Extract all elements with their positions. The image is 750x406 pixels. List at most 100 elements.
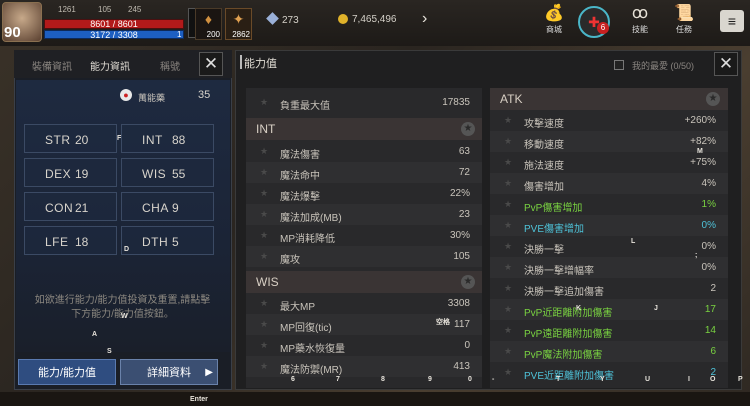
stat-row[interactable]: ★ MP消耗降低 30%	[246, 225, 482, 246]
main-menu-button[interactable]: ≡	[720, 10, 744, 32]
stat-row[interactable]: ★ 決勝一擊 0%	[490, 236, 728, 257]
row-label: PvP近距離附加傷害	[524, 308, 613, 319]
star-icon: ★	[260, 97, 269, 107]
star-icon: ★	[260, 251, 269, 261]
favorite-checkbox[interactable]	[614, 60, 624, 70]
stat-row[interactable]: ★ 施法速度 +75%	[490, 152, 728, 173]
section-star-icon[interactable]: ★	[461, 275, 475, 289]
stat-row[interactable]: ★ PvP近距離附加傷害 17	[490, 299, 728, 320]
panel-title: 能力值	[244, 58, 277, 70]
stat-row[interactable]: ★ PvP遠距離附加傷害 14	[490, 320, 728, 341]
stat-value: 18	[75, 235, 89, 249]
stat-name: CHA	[142, 201, 169, 215]
stat-row[interactable]: ★ 移動速度 +82%	[490, 131, 728, 152]
tab-ability-info[interactable]: 能力資訊	[90, 58, 130, 73]
stat-row[interactable]: ★ MP藥水恢復量 0	[246, 335, 482, 356]
quest-icon: 📜	[674, 5, 694, 22]
potion-slot-1[interactable]: ♦ 200	[195, 8, 222, 40]
mp-text: 3172 / 3308	[90, 30, 138, 40]
star-icon: ★	[504, 325, 513, 335]
stat-lfe: LFE 18	[24, 226, 117, 255]
notification-badge: 6	[597, 22, 609, 34]
stat-row-weight[interactable]: ★ 負重最大值 17835	[246, 92, 482, 113]
row-label: 攻擊速度	[524, 119, 564, 130]
row-value: 72	[458, 167, 470, 178]
stat-row[interactable]: ★ 決勝一擊增幅率 0%	[490, 257, 728, 278]
row-value: 0	[464, 340, 470, 351]
stat-name: LFE	[45, 235, 69, 249]
stat-row[interactable]: ★ PVE近距離附加傷害 2	[490, 362, 728, 383]
row-label: 魔攻	[280, 255, 300, 266]
ability-button[interactable]: 能力/能力值	[18, 359, 116, 385]
section-star-icon[interactable]: ★	[706, 92, 720, 106]
stat-row[interactable]: ★ PvP傷害增加 1%	[490, 194, 728, 215]
section-int-header: INT	[246, 118, 482, 140]
star-icon: ★	[260, 230, 269, 240]
expand-arrow-button[interactable]: ›	[422, 10, 427, 28]
row-value: 105	[453, 251, 470, 262]
row-value: +260%	[684, 115, 716, 126]
tab-equipment-info[interactable]: 裝備資訊	[32, 58, 72, 73]
stat-name: WIS	[142, 167, 167, 181]
diamond-icon	[266, 12, 279, 25]
close-icon: ✕	[203, 54, 219, 73]
key-hint: J	[654, 305, 658, 312]
row-value: 17835	[442, 97, 470, 108]
shop-button[interactable]: 💰 商城	[536, 4, 572, 35]
stat-row[interactable]: ★ 魔法命中 72	[246, 162, 482, 183]
stat-row[interactable]: ★ 攻擊速度 +260%	[490, 110, 728, 131]
stat-value: 88	[172, 133, 186, 147]
potion-slot-2[interactable]: ✦ 2862	[225, 8, 252, 40]
stat-row[interactable]: ★ 魔法爆擊 22%	[246, 183, 482, 204]
stat-row[interactable]: ★ 魔法防禦(MR) 413	[246, 356, 482, 377]
star-icon: ★	[504, 283, 513, 293]
stat-wis: WIS 55	[121, 158, 214, 187]
stat-row[interactable]: ★ 傷害增加 4%	[490, 173, 728, 194]
close-left-panel-button[interactable]: ✕	[199, 52, 223, 76]
gold-coin-icon	[338, 14, 348, 25]
stat-row[interactable]: ★ 最大MP 3308	[246, 293, 482, 314]
buff-count-3: 245	[128, 5, 142, 14]
key-hint: ;	[695, 252, 698, 259]
close-right-panel-button[interactable]: ✕	[714, 52, 738, 76]
hotkey-hint: Y	[600, 376, 605, 383]
buff-count-1: 1261	[58, 5, 76, 14]
diamond-amount: 273	[282, 15, 299, 26]
skill-label: 技能	[632, 25, 648, 34]
hotkey-hint: 9	[428, 376, 432, 383]
section-star-icon[interactable]: ★	[461, 122, 475, 136]
mp-bar: 3172 / 3308	[44, 30, 184, 40]
stat-row[interactable]: ★ 魔法加成(MB) 23	[246, 204, 482, 225]
stat-row[interactable]: ★ PVE傷害增加 0%	[490, 215, 728, 236]
row-label: MP回復(tic)	[280, 323, 332, 334]
hotkey-hint: 7	[336, 376, 340, 383]
star-icon: ★	[504, 346, 513, 356]
row-label: 魔法防禦(MR)	[280, 365, 343, 376]
star-icon: ★	[260, 146, 269, 156]
row-value: 14	[704, 325, 716, 336]
star-icon: ★	[260, 340, 269, 350]
row-label: MP消耗降低	[280, 234, 335, 245]
shop-label: 商城	[546, 25, 562, 34]
star-icon: ★	[504, 241, 513, 251]
skill-button[interactable]: ꝏ 技能	[622, 4, 658, 35]
stat-row[interactable]: ★ 魔攻 105	[246, 246, 482, 267]
hp-text: 8601 / 8601	[90, 19, 138, 29]
hamburger-icon: ≡	[727, 13, 737, 29]
stat-row[interactable]: ★ PvP魔法附加傷害 6	[490, 341, 728, 362]
row-label: PVE傷害增加	[524, 224, 585, 235]
hotkey-hint: 6	[291, 376, 295, 383]
gold-amount: 7,465,496	[352, 14, 397, 25]
tab-title[interactable]: 稱號	[160, 58, 180, 73]
quest-button[interactable]: 📜 任務	[666, 4, 702, 35]
hotkey-hint: T	[556, 376, 561, 383]
key-hint: S	[107, 348, 112, 355]
row-label: 決勝一擊	[524, 245, 564, 256]
star-icon: ★	[260, 298, 269, 308]
stat-row[interactable]: ★ 魔法傷害 63	[246, 141, 482, 162]
star-icon: ★	[504, 115, 513, 125]
details-button[interactable]: 詳細資料 ▶	[120, 359, 218, 385]
stat-name: DTH	[142, 235, 169, 249]
row-label: 決勝一擊追加傷害	[524, 287, 604, 298]
stat-row[interactable]: ★ 決勝一擊追加傷害 2	[490, 278, 728, 299]
